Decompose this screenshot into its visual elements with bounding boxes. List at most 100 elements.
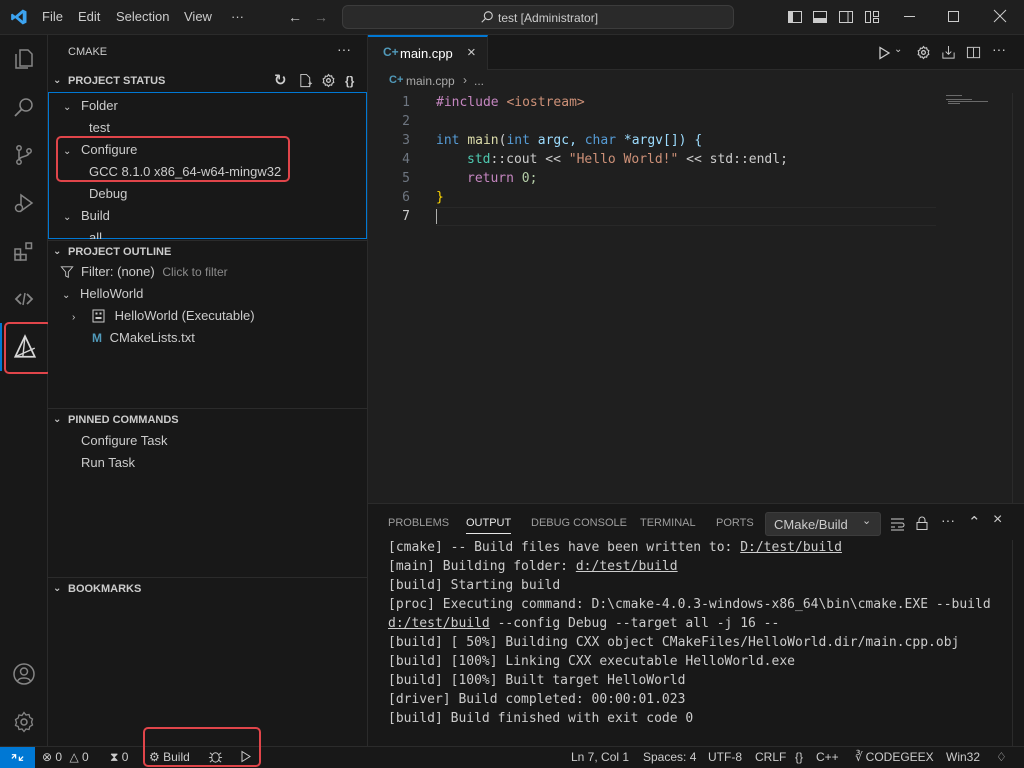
tab-output[interactable]: OUTPUT: [466, 517, 512, 534]
project-outline-header[interactable]: ⌄ PROJECT OUTLINE: [48, 240, 367, 262]
close-window-icon[interactable]: [993, 9, 1007, 23]
remote-explorer-icon[interactable]: [0, 275, 48, 323]
menu-more[interactable]: ···: [231, 9, 244, 24]
new-file-icon[interactable]: [298, 73, 313, 88]
tree-item-folder[interactable]: ⌄ Folder: [63, 95, 118, 117]
chevron-down-icon: ⌄: [862, 515, 872, 527]
tree-item-build[interactable]: ⌄ Build: [63, 205, 110, 227]
command-center-label: test [Administrator]: [498, 11, 599, 25]
breadcrumb: C+ main.cpp › ...: [368, 71, 1024, 93]
settings-gear-icon[interactable]: [321, 73, 336, 88]
bookmarks-header[interactable]: ⌄ BOOKMARKS: [48, 577, 367, 599]
toggle-primary-sidebar-icon[interactable]: [787, 9, 803, 25]
editor-more-icon[interactable]: ···: [992, 41, 1006, 57]
output-channel-select[interactable]: CMake/Build ⌄: [765, 512, 881, 536]
pinned-run-task[interactable]: Run Task: [81, 452, 135, 474]
code-editor[interactable]: 1 2 3 4 5 6 7 #include <iostream> int ma…: [368, 93, 1024, 503]
language-mode[interactable]: C++: [816, 750, 839, 764]
output-line: [build] [100%] Built target HelloWorld: [388, 673, 686, 688]
platform[interactable]: Win32: [946, 750, 980, 764]
tab-debug-console[interactable]: DEBUG CONSOLE: [531, 517, 627, 529]
error-icon: ⊗: [42, 750, 53, 764]
build-controls-highlight: [143, 727, 261, 767]
back-arrow-icon[interactable]: ←: [286, 8, 304, 26]
code-line-1: #include <iostream>: [436, 95, 585, 110]
chevron-down-icon: ⌄: [53, 414, 62, 425]
ports-status[interactable]: ⧗ 0: [110, 750, 128, 765]
manage-gear-icon[interactable]: [0, 698, 48, 746]
project-status-header[interactable]: ⌄ PROJECT STATUS ↻ {}: [48, 70, 367, 92]
maximize-icon[interactable]: [948, 11, 959, 22]
command-center[interactable]: test [Administrator]: [342, 5, 734, 29]
maximize-panel-icon[interactable]: ⌃: [968, 513, 981, 531]
explorer-icon[interactable]: [0, 35, 48, 83]
codegeex-icon: ∛: [855, 750, 863, 764]
output-line: [build] [100%] Linking CXX executable He…: [388, 654, 795, 669]
chevron-down-icon: ⌄: [53, 75, 62, 86]
panel-scrollbar[interactable]: [1012, 540, 1024, 747]
search-view-icon[interactable]: [0, 83, 48, 131]
tree-item-build-target[interactable]: all: [89, 227, 102, 239]
tab-terminal[interactable]: TERMINAL: [640, 517, 696, 529]
sidebar-more-button[interactable]: ···: [337, 41, 351, 57]
bookmark-download-icon[interactable]: [941, 45, 956, 60]
output-line: d:/test/build --config Debug --target al…: [388, 616, 780, 631]
menu-selection[interactable]: Selection: [116, 9, 169, 24]
outline-target[interactable]: › HelloWorld (Executable): [72, 305, 255, 327]
toggle-secondary-sidebar-icon[interactable]: [838, 9, 854, 25]
run-debug-icon[interactable]: [0, 179, 48, 227]
split-editor-icon[interactable]: [966, 45, 981, 60]
tab-ports[interactable]: PORTS: [716, 517, 754, 529]
tab-problems[interactable]: PROBLEMS: [388, 517, 449, 529]
breadcrumb-file[interactable]: main.cpp: [406, 74, 455, 88]
extensions-icon[interactable]: [0, 227, 48, 275]
problems-status[interactable]: ⊗ 0 △ 0: [42, 750, 89, 764]
codegeex-status[interactable]: ∛ CODEGEEX: [855, 750, 934, 764]
outline-file[interactable]: M CMakeLists.txt: [92, 327, 195, 349]
minimap[interactable]: [944, 93, 1012, 107]
customize-layout-icon[interactable]: [864, 9, 880, 25]
gear-icon[interactable]: [916, 45, 931, 60]
tree-item-build-type[interactable]: Debug: [89, 183, 127, 205]
lock-icon[interactable]: [915, 516, 929, 531]
menu-view[interactable]: View: [184, 9, 212, 24]
menu-edit[interactable]: Edit: [78, 9, 100, 24]
remote-indicator[interactable]: [0, 747, 35, 768]
chevron-down-icon[interactable]: ⌄: [894, 44, 902, 55]
refresh-icon[interactable]: ↻: [274, 70, 287, 92]
notifications-bell-icon[interactable]: ♢: [996, 750, 1007, 764]
close-tab-icon[interactable]: ×: [467, 44, 476, 61]
line-number: 5: [402, 171, 410, 186]
close-panel-icon[interactable]: ×: [993, 511, 1002, 529]
encoding[interactable]: UTF-8: [708, 750, 742, 764]
minimize-icon[interactable]: [904, 16, 915, 17]
editor-scrollbar[interactable]: [1012, 93, 1024, 503]
cpp-file-icon: C+: [383, 45, 399, 59]
source-control-icon[interactable]: [0, 131, 48, 179]
braces-icon[interactable]: {}: [345, 70, 354, 92]
pinned-configure-task[interactable]: Configure Task: [81, 430, 167, 452]
toggle-panel-icon[interactable]: [812, 9, 828, 25]
account-icon[interactable]: [0, 650, 48, 698]
editor-tab-bar: C+ main.cpp × ⌄ ···: [368, 35, 1024, 70]
outline-project[interactable]: ⌄ HelloWorld: [62, 283, 143, 305]
chevron-down-icon: ⌄: [63, 212, 72, 223]
executable-icon: [92, 309, 105, 323]
run-file-icon[interactable]: [877, 46, 891, 60]
panel-more-icon[interactable]: ···: [941, 512, 955, 528]
sidebar-title: CMAKE: [68, 46, 108, 58]
line-number: 6: [402, 190, 410, 205]
breadcrumb-symbol[interactable]: ...: [474, 74, 484, 88]
forward-arrow-icon[interactable]: →: [312, 8, 330, 26]
pinned-commands-header[interactable]: ⌄ PINNED COMMANDS: [48, 408, 367, 430]
end-of-line[interactable]: CRLF: [755, 750, 786, 764]
indentation[interactable]: Spaces: 4: [643, 750, 696, 764]
outline-filter[interactable]: Filter: (none) Click to filter: [60, 261, 228, 283]
tab-main-cpp[interactable]: C+ main.cpp ×: [368, 35, 488, 70]
cmake-sidebar: CMAKE ··· ⌄ PROJECT STATUS ↻ {} ⌄ Folder …: [48, 35, 368, 746]
configure-highlight: [56, 136, 290, 182]
cursor-position[interactable]: Ln 7, Col 1: [571, 750, 629, 764]
word-wrap-icon[interactable]: [890, 517, 905, 531]
output-line: [build] Build finished with exit code 0: [388, 711, 694, 726]
menu-file[interactable]: File: [42, 9, 63, 24]
